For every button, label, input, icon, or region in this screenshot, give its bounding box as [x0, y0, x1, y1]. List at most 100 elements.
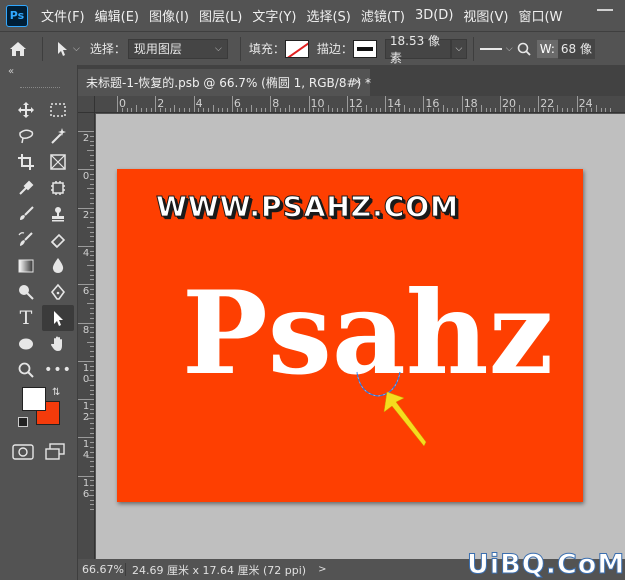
menu-image[interactable]: 图像(I) — [144, 6, 194, 25]
rect-marquee-icon[interactable] — [42, 97, 74, 123]
history-brush-icon[interactable] — [10, 227, 42, 253]
ruler-tick — [90, 269, 94, 271]
ruler-tick — [270, 96, 272, 112]
chevron-down-icon[interactable]: ⌵ — [73, 44, 80, 54]
url-text-layer[interactable]: WWW.PSAHZ.COM — [156, 190, 459, 224]
ruler-tick — [351, 108, 353, 112]
frame-icon[interactable] — [42, 149, 74, 175]
ruler-label: 0 — [82, 171, 90, 183]
ruler-tick — [327, 105, 329, 112]
foreground-color[interactable] — [22, 387, 46, 411]
ruler-tick — [90, 217, 94, 219]
tools-panel: « T ••• ⇅ — [0, 65, 78, 580]
minimize-button[interactable] — [597, 9, 613, 11]
blur-icon[interactable] — [42, 253, 74, 279]
main-text-layer[interactable]: Psahz — [182, 268, 553, 398]
document-tab[interactable]: 未标题-1-恢复的.psb @ 66.7% (椭圆 1, RGB/8#) * × — [78, 69, 371, 96]
ruler-tick — [298, 108, 300, 112]
menu-filter[interactable]: 滤镜(T) — [356, 6, 410, 25]
more-icon[interactable]: ••• — [42, 357, 74, 383]
ruler-label: 2 — [82, 209, 90, 221]
menu-3d[interactable]: 3D(D) — [410, 8, 458, 23]
ruler-tick — [78, 360, 94, 362]
ruler-tick — [90, 164, 94, 166]
menu-edit[interactable]: 编辑(E) — [90, 6, 144, 25]
path-selection-icon[interactable] — [42, 305, 74, 331]
pen-icon[interactable] — [42, 279, 74, 305]
ruler-tick — [294, 108, 296, 112]
move-icon[interactable] — [10, 97, 42, 123]
crop-icon[interactable] — [10, 149, 42, 175]
home-icon[interactable] — [0, 32, 36, 66]
ruler-tick — [155, 96, 157, 112]
ruler-tick — [90, 255, 94, 257]
close-icon[interactable]: × — [353, 75, 362, 88]
ruler-origin[interactable] — [78, 96, 95, 113]
ruler-tick — [456, 108, 458, 112]
ruler-tick — [375, 108, 377, 112]
path-selection-tool-icon[interactable] — [55, 41, 69, 57]
menu-type[interactable]: 文字(Y) — [247, 6, 301, 25]
fill-swatch[interactable] — [284, 39, 309, 58]
ruler-tick — [90, 504, 94, 506]
zoom-icon[interactable] — [10, 357, 42, 383]
stroke-width-input[interactable]: 18.53 像素 — [384, 34, 451, 65]
quick-mask-icon[interactable] — [12, 443, 34, 461]
ruler-tick — [543, 108, 545, 112]
hand-icon[interactable] — [42, 331, 74, 357]
eraser-icon[interactable] — [42, 227, 74, 253]
dodge-icon[interactable] — [10, 279, 42, 305]
zoom-level[interactable]: 66.67% — [78, 563, 126, 576]
stroke-label: 描边： — [316, 42, 353, 56]
gradient-icon[interactable] — [10, 253, 42, 279]
ruler-tick — [90, 279, 94, 281]
vertical-ruler[interactable]: 2024681 01 21 41 6 — [78, 113, 95, 559]
ruler-tick — [87, 303, 94, 305]
ruler-tick — [590, 108, 592, 112]
menu-window[interactable]: 窗口(W — [513, 6, 567, 25]
ruler-tick — [337, 108, 339, 112]
chevron-down-icon: ⌵ — [215, 43, 222, 54]
ruler-tick — [538, 96, 540, 112]
stroke-type-icon[interactable] — [479, 47, 502, 50]
ruler-tick — [90, 480, 94, 482]
stroke-width-dropdown[interactable]: ⌵ — [450, 38, 467, 59]
ruler-tick — [552, 108, 554, 112]
ruler-tick — [212, 105, 214, 112]
magic-wand-icon[interactable] — [42, 123, 74, 149]
screen-mode-icon[interactable] — [44, 443, 66, 461]
ruler-tick — [90, 394, 94, 396]
select-layer-dropdown[interactable]: 现用图层 ⌵ — [127, 38, 228, 59]
ruler-tick — [90, 140, 94, 142]
menu-view[interactable]: 视图(V) — [458, 6, 513, 25]
brush-icon[interactable] — [10, 201, 42, 227]
clone-stamp-icon[interactable] — [42, 201, 74, 227]
chevron-down-icon[interactable]: ⌵ — [506, 44, 513, 54]
ruler-tick — [241, 108, 243, 112]
lasso-icon[interactable] — [10, 123, 42, 149]
width-input[interactable]: 68 像 — [557, 38, 596, 59]
type-icon[interactable]: T — [10, 305, 42, 331]
stroke-swatch[interactable] — [352, 39, 377, 58]
ruler-tick — [236, 108, 238, 112]
panel-grip[interactable] — [20, 87, 60, 89]
status-menu-icon[interactable]: > — [318, 564, 326, 575]
default-colors-icon[interactable] — [18, 417, 28, 427]
menu-select[interactable]: 选择(S) — [301, 6, 355, 25]
ruler-tick — [78, 245, 94, 247]
search-icon[interactable] — [517, 42, 531, 56]
menu-file[interactable]: 文件(F) — [36, 6, 90, 25]
ruler-tick — [169, 108, 171, 112]
measure-frame-icon[interactable] — [42, 175, 74, 201]
ruler-tick — [90, 332, 94, 334]
ruler-tick — [322, 108, 324, 112]
menu-layer[interactable]: 图层(L) — [194, 6, 247, 25]
swap-colors-icon[interactable]: ⇅ — [52, 387, 60, 398]
ruler-tick — [466, 108, 468, 112]
eyedropper-icon[interactable] — [10, 175, 42, 201]
ruler-tick — [90, 198, 94, 200]
horizontal-ruler[interactable]: 0 2 4 6 8 10 12 14 16 18 20 22 24 — [95, 96, 625, 113]
select-layer-value: 现用图层 — [133, 42, 182, 56]
ellipse-icon[interactable] — [10, 331, 42, 357]
collapse-panel-icon[interactable]: « — [0, 65, 77, 79]
